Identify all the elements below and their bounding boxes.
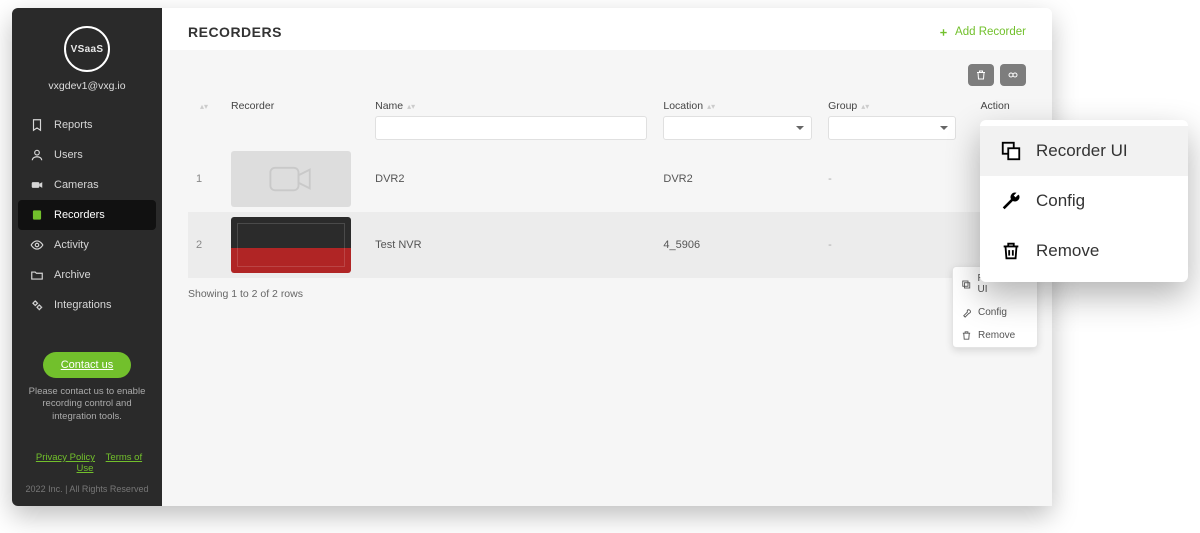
add-recorder-button[interactable]: Add Recorder (938, 26, 1026, 38)
popover-label: Config (1036, 191, 1085, 211)
sidebar-item-reports[interactable]: Reports (12, 110, 162, 140)
popover-label: Remove (1036, 241, 1099, 261)
bookmark-icon (30, 118, 44, 132)
sidebar-nav: Reports Users Cameras Recorders Activity… (12, 110, 162, 320)
row-name: DVR2 (367, 146, 655, 212)
recorder-thumbnail (231, 151, 351, 207)
trash-icon (975, 69, 987, 81)
gears-icon (30, 298, 44, 312)
col-action: Action (981, 100, 1010, 112)
sidebar-item-label: Archive (54, 269, 91, 281)
brand-logo: VSaaS (64, 26, 110, 72)
sidebar-item-cameras[interactable]: Cameras (12, 170, 162, 200)
sidebar-item-recorders[interactable]: Recorders (18, 200, 156, 230)
popover-config[interactable]: Config (980, 176, 1188, 226)
sort-icon[interactable]: ▴▾ (703, 102, 715, 111)
privacy-policy-link[interactable]: Privacy Policy (36, 452, 95, 463)
delete-selected-button[interactable] (968, 64, 994, 86)
sidebar: VSaaS vxgdev1@vxg.io Reports Users Camer… (12, 8, 162, 506)
contact-us-button[interactable]: Contact us (43, 352, 132, 378)
trash-icon (1000, 240, 1022, 262)
table-pager: Showing 1 to 2 of 2 rows (188, 278, 1026, 300)
sort-icon[interactable]: ▴▾ (196, 102, 208, 111)
col-location: Location (663, 100, 703, 112)
row-group: - (820, 146, 964, 212)
popover-remove[interactable]: Remove (980, 226, 1188, 276)
sidebar-item-label: Users (54, 149, 83, 161)
row-index: 2 (188, 212, 223, 278)
legal-links: Privacy Policy Terms of Use (22, 452, 152, 474)
popover-label: Recorder UI (1036, 141, 1128, 161)
col-recorder: Recorder (231, 100, 274, 112)
recorder-thumbnail (231, 217, 351, 273)
row-location: DVR2 (655, 146, 820, 212)
row-group: - (820, 212, 964, 278)
sidebar-item-label: Activity (54, 239, 89, 251)
recorders-table: ▴▾ Recorder Name▴▾ Location▴▾ Group▴▾ (188, 94, 1026, 278)
col-group: Group (828, 100, 857, 112)
sort-icon[interactable]: ▴▾ (403, 102, 415, 111)
row-location: 4_5906 (655, 212, 820, 278)
trash-icon (961, 330, 972, 341)
wrench-icon (1000, 190, 1022, 212)
plus-icon (938, 27, 949, 38)
folder-icon (30, 268, 44, 282)
add-recorder-label: Add Recorder (955, 26, 1026, 38)
col-name: Name (375, 100, 403, 112)
sidebar-item-label: Integrations (54, 299, 111, 311)
sidebar-item-archive[interactable]: Archive (12, 260, 162, 290)
window-icon (1000, 140, 1022, 162)
sidebar-item-label: Cameras (54, 179, 99, 191)
copyright: 2022 Inc. | All Rights Reserved (22, 484, 152, 494)
table-row[interactable]: 2 Test NVR 4_5906 - (188, 212, 1026, 278)
popover-recorder-ui[interactable]: Recorder UI (980, 126, 1188, 176)
user-icon (30, 148, 44, 162)
name-filter-input[interactable] (375, 116, 647, 140)
row-index: 1 (188, 146, 223, 212)
sidebar-item-activity[interactable]: Activity (12, 230, 162, 260)
menu-label: Config (978, 307, 1007, 318)
main-panel: RECORDERS Add Recorder ▴▾ Recorder (162, 8, 1052, 506)
camera-icon (30, 178, 44, 192)
location-filter-select[interactable] (663, 116, 812, 140)
menu-label: Remove (978, 330, 1015, 341)
menu-remove[interactable]: Remove (953, 324, 1037, 347)
window-icon (961, 279, 972, 290)
toggle-view-button[interactable] (1000, 64, 1026, 86)
row-name: Test NVR (367, 212, 655, 278)
link-icon (1007, 69, 1019, 81)
wrench-icon (961, 307, 972, 318)
page-title: RECORDERS (188, 24, 282, 40)
menu-config[interactable]: Config (953, 301, 1037, 324)
sort-icon[interactable]: ▴▾ (857, 102, 869, 111)
sidebar-item-integrations[interactable]: Integrations (12, 290, 162, 320)
sidebar-item-label: Reports (54, 119, 93, 131)
eye-icon (30, 238, 44, 252)
group-filter-select[interactable] (828, 116, 956, 140)
action-popover: Recorder UI Config Remove (980, 120, 1188, 282)
recorder-icon (30, 208, 44, 222)
table-row[interactable]: 1 DVR2 DVR2 - (188, 146, 1026, 212)
contact-text: Please contact us to enable recording co… (22, 386, 152, 424)
camera-placeholder-icon (268, 164, 314, 194)
sidebar-item-users[interactable]: Users (12, 140, 162, 170)
user-email: vxgdev1@vxg.io (48, 80, 125, 92)
sidebar-item-label: Recorders (54, 209, 105, 221)
